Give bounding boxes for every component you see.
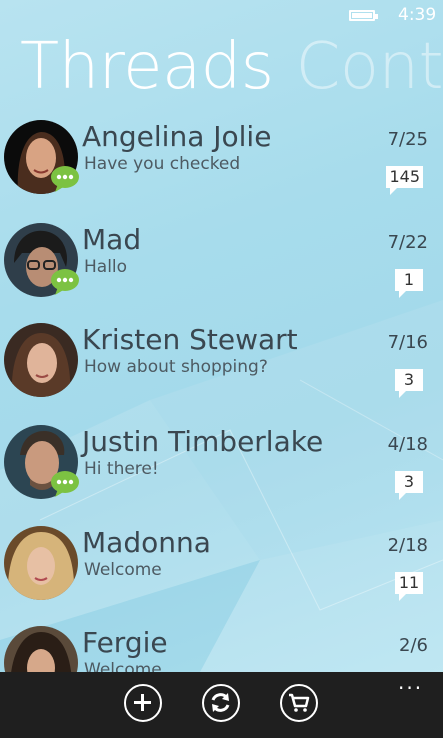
thread-item[interactable]: Justin Timberlake Hi there! 4/18 3 <box>0 425 443 525</box>
message-count-badge: 3 <box>395 471 423 500</box>
pivot-tab-contacts[interactable]: Contacts <box>296 30 443 104</box>
store-button[interactable] <box>280 684 318 722</box>
avatar <box>4 526 78 600</box>
message-count-badge: 1 <box>395 269 423 298</box>
thread-preview: Welcome <box>84 560 162 580</box>
thread-name: Mad <box>82 223 142 256</box>
pivot-header: Threads Contacts <box>20 30 443 104</box>
thread-date: 2/18 <box>387 535 428 556</box>
thread-item[interactable]: Kristen Stewart How about shopping? 7/16… <box>0 323 443 423</box>
more-options-button[interactable]: ... <box>398 672 423 692</box>
thread-date: 7/16 <box>387 332 428 353</box>
thread-preview: Have you checked <box>84 154 241 174</box>
status-time: 4:39 <box>398 5 437 25</box>
avatar <box>4 323 78 397</box>
thread-name: Justin Timberlake <box>82 425 324 458</box>
thread-item[interactable]: Madonna Welcome 2/18 11 <box>0 526 443 626</box>
thread-name: Kristen Stewart <box>82 323 298 356</box>
add-button[interactable] <box>124 684 162 722</box>
thread-item[interactable]: Mad Hallo 7/22 1 <box>0 223 443 323</box>
pivot-tab-threads[interactable]: Threads <box>20 30 274 104</box>
message-count-badge: 145 <box>386 166 423 195</box>
thread-name: Angelina Jolie <box>82 120 272 153</box>
thread-name: Fergie <box>82 626 168 659</box>
thread-item[interactable]: Angelina Jolie Have you checked 7/25 145 <box>0 120 443 220</box>
thread-date: 2/6 <box>399 635 428 656</box>
add-icon <box>134 694 151 711</box>
message-count-badge: 3 <box>395 369 423 398</box>
thread-date: 7/22 <box>387 232 428 253</box>
chat-badge-icon <box>51 471 79 497</box>
sync-icon <box>211 693 230 712</box>
app-bar: ... <box>0 672 443 738</box>
chat-badge-icon <box>51 269 79 295</box>
thread-preview: Hallo <box>84 257 128 277</box>
cart-icon <box>289 693 310 712</box>
battery-full-icon <box>349 10 378 21</box>
status-bar: 4:39 <box>0 0 443 32</box>
thread-preview: How about shopping? <box>84 357 268 377</box>
sync-button[interactable] <box>202 684 240 722</box>
message-count-badge: 11 <box>395 572 423 601</box>
thread-date: 4/18 <box>387 434 428 455</box>
thread-preview: Hi there! <box>84 459 159 479</box>
chat-badge-icon <box>51 166 79 192</box>
thread-name: Madonna <box>82 526 211 559</box>
thread-date: 7/25 <box>387 129 428 150</box>
